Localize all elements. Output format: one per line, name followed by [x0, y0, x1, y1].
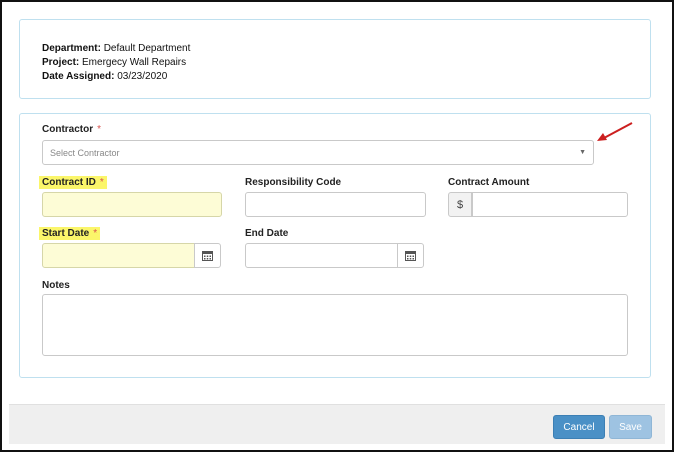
- save-button[interactable]: Save: [609, 415, 652, 439]
- start-date-label-text: Start Date: [42, 228, 90, 239]
- responsibility-code-label: Responsibility Code: [245, 177, 342, 188]
- date-assigned-label: Date Assigned:: [42, 71, 115, 82]
- contract-id-label-text: Contract ID: [42, 177, 96, 188]
- department-line: Department: Default Department: [42, 43, 190, 54]
- dialog-window: Department: Default Department Project: …: [0, 0, 674, 452]
- department-label: Department:: [42, 43, 101, 54]
- contract-id-input[interactable]: [42, 192, 222, 217]
- start-date-label: Start Date *: [39, 227, 101, 240]
- end-date-calendar-button[interactable]: [397, 243, 424, 268]
- contract-amount-label: Contract Amount: [448, 177, 530, 188]
- calendar-icon: [405, 251, 416, 261]
- notes-label: Notes: [42, 280, 70, 291]
- project-value: Emergecy Wall Repairs: [82, 57, 187, 68]
- required-mark: *: [99, 177, 104, 188]
- start-date-input[interactable]: [42, 243, 195, 268]
- project-line: Project: Emergecy Wall Repairs: [42, 57, 186, 68]
- date-assigned-value: 03/23/2020: [117, 71, 168, 82]
- contractor-label: Contractor *: [42, 124, 101, 135]
- cancel-button[interactable]: Cancel: [553, 415, 605, 439]
- contractor-select[interactable]: Select Contractor ▼: [42, 140, 594, 165]
- contractor-label-text: Contractor: [42, 124, 94, 135]
- end-date-label: End Date: [245, 228, 289, 239]
- end-date-input[interactable]: [245, 243, 398, 268]
- department-value: Default Department: [103, 43, 191, 54]
- dialog-footer: Cancel Save: [9, 404, 665, 444]
- red-arrow-icon: [597, 122, 633, 141]
- contract-amount-input[interactable]: [472, 192, 628, 217]
- contract-id-label: Contract ID *: [39, 176, 107, 189]
- contract-id-highlight: Contract ID *: [39, 176, 107, 189]
- currency-addon: $: [448, 192, 472, 217]
- start-date-calendar-button[interactable]: [194, 243, 221, 268]
- start-date-highlight: Start Date *: [39, 227, 101, 240]
- contractor-placeholder: Select Contractor: [50, 148, 120, 158]
- notes-textarea[interactable]: [42, 294, 628, 356]
- required-mark: *: [93, 228, 98, 239]
- required-mark: *: [97, 124, 102, 135]
- assignment-info-panel: Department: Default Department Project: …: [19, 19, 651, 99]
- responsibility-code-input[interactable]: [245, 192, 426, 217]
- contract-form-panel: Contractor * Select Contractor ▼ Contract…: [19, 113, 651, 378]
- date-assigned-line: Date Assigned: 03/23/2020: [42, 71, 167, 82]
- project-label: Project:: [42, 57, 80, 68]
- chevron-down-icon: ▼: [579, 149, 586, 156]
- calendar-icon: [202, 251, 213, 261]
